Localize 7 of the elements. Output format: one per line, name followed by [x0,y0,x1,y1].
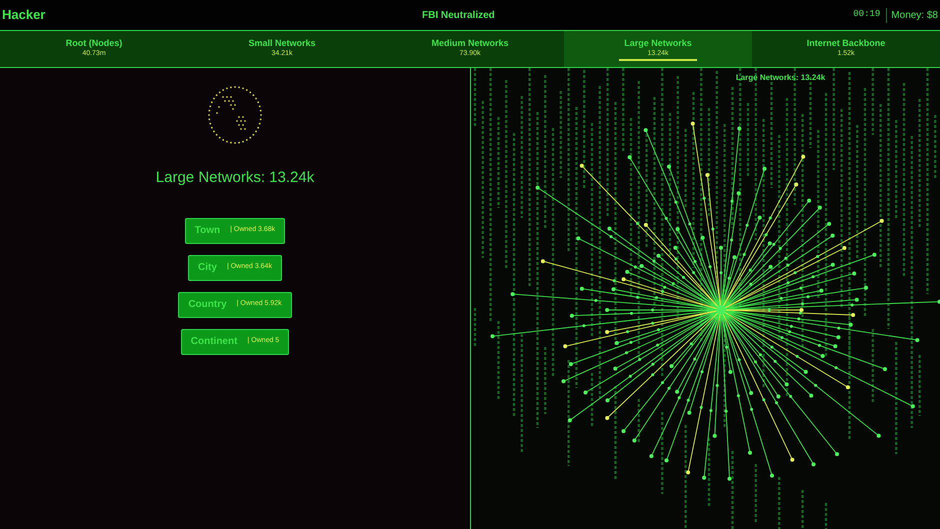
app-title: Hacker [2,6,46,24]
timer-text: 00:19 [853,8,880,22]
graph-title: Large Networks: 13.24k [736,72,826,84]
status-text: FBI Neutralized [422,8,495,22]
network-heading: Large Networks: 13.24k [156,168,314,188]
globe-icon [205,83,265,147]
money-text: Money: $8 [886,8,938,22]
